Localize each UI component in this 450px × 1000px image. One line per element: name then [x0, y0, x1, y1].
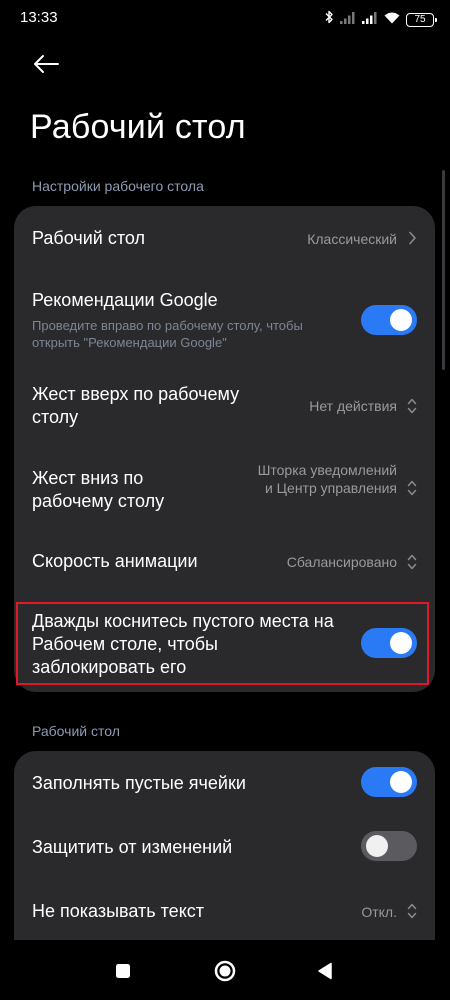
expand-icon	[405, 478, 419, 498]
settings-card-desktop: Рабочий стол Классический Рекомендации G…	[14, 206, 435, 692]
row-desktop-mode[interactable]: Рабочий стол Классический	[14, 206, 435, 270]
row-hide-text[interactable]: Не показывать текст Откл.	[14, 879, 435, 943]
navigation-bar	[0, 940, 450, 1000]
row-value: Откл.	[361, 904, 397, 920]
signal-icon	[362, 11, 378, 29]
recents-square-icon	[115, 963, 131, 984]
google-recommendations-toggle[interactable]	[361, 305, 417, 335]
expand-icon	[405, 396, 419, 416]
page-title: Рабочий стол	[30, 108, 246, 146]
home-button[interactable]	[210, 958, 240, 988]
row-title: Заполнять пустые ячейки	[32, 773, 246, 793]
row-swipe-down-gesture[interactable]: Жест вниз по рабочему столу Шторка уведо…	[14, 446, 435, 530]
row-swipe-up-gesture[interactable]: Жест вверх по рабочему столу Нет действи…	[14, 364, 435, 446]
fill-empty-cells-toggle[interactable]	[361, 767, 417, 797]
row-title: Рабочий стол	[32, 228, 145, 248]
row-title: Не показывать текст	[32, 901, 205, 921]
back-triangle-icon	[317, 962, 333, 985]
row-title: Жест вверх по рабочему столу	[32, 384, 240, 427]
row-animation-speed[interactable]: Скорость анимации Сбалансировано	[14, 530, 435, 596]
row-google-recommendations[interactable]: Рекомендации Google Проведите вправо по …	[14, 270, 435, 364]
row-protect-changes[interactable]: Защитить от изменений	[14, 815, 435, 879]
chevron-right-icon	[405, 228, 419, 248]
recents-button[interactable]	[108, 958, 138, 988]
row-value: Классический	[307, 231, 397, 247]
battery-icon: 75	[406, 12, 437, 27]
row-title: Скорость анимации	[32, 551, 198, 571]
bluetooth-icon	[324, 10, 334, 29]
signal-icon	[340, 11, 356, 29]
row-value: Нет действия	[309, 398, 397, 414]
protect-changes-toggle[interactable]	[361, 831, 417, 861]
wifi-icon	[384, 11, 400, 29]
status-icons: 75	[324, 10, 437, 29]
double-tap-lock-toggle[interactable]	[361, 628, 417, 658]
row-double-tap-lock[interactable]: Дважды коснитесь пустого места на Рабоче…	[14, 596, 435, 692]
status-bar: 13:33 75	[0, 0, 450, 40]
status-time: 13:33	[20, 9, 58, 26]
row-title: Дважды коснитесь пустого места на Рабоче…	[32, 611, 334, 677]
row-fill-empty-cells[interactable]: Заполнять пустые ячейки	[14, 751, 435, 815]
section-header-desktop-settings: Настройки рабочего стола	[32, 178, 204, 194]
toggle-knob	[390, 309, 412, 331]
toggle-knob	[390, 771, 412, 793]
arrow-left-icon	[32, 54, 60, 79]
settings-card-home: Заполнять пустые ячейки Защитить от изме…	[14, 751, 435, 961]
expand-icon	[405, 901, 419, 921]
back-nav-button[interactable]	[310, 958, 340, 988]
scrollbar[interactable]	[442, 170, 445, 370]
toggle-knob	[390, 632, 412, 654]
back-button[interactable]	[26, 48, 66, 84]
section-header-desktop: Рабочий стол	[32, 723, 120, 739]
row-title: Жест вниз по рабочему столу	[32, 468, 165, 511]
row-value: Сбалансировано	[286, 554, 397, 570]
expand-icon	[405, 552, 419, 572]
row-value: Шторка уведомлений и Центр управления	[257, 462, 397, 496]
home-circle-icon	[213, 959, 237, 988]
row-title: Защитить от изменений	[32, 837, 233, 857]
row-subtitle: Проведите вправо по рабочему столу, чтоб…	[32, 318, 303, 350]
row-title: Рекомендации Google	[32, 290, 218, 310]
toggle-knob	[366, 835, 388, 857]
